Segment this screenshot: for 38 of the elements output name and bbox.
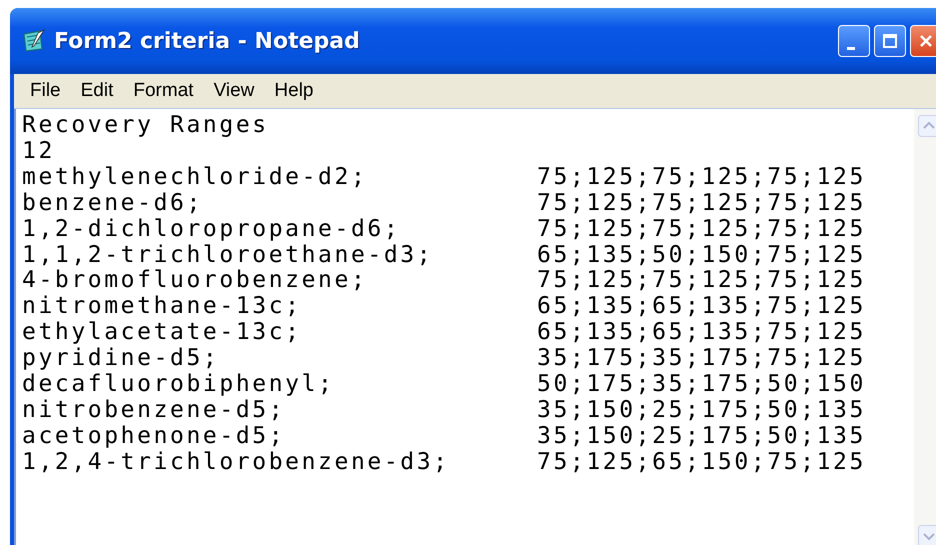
text-line: 75;125;65;150;75;125 (537, 450, 866, 476)
text-line: 1,2-dichloropropane-d6; (22, 216, 402, 243)
maximize-button[interactable] (874, 25, 906, 57)
text-line: 1,2,4-trichlorobenzene-d3; (22, 450, 451, 476)
text-line: 50;175;35;175;50;150 (537, 372, 866, 398)
text-line: benzene-d6; (22, 190, 204, 217)
text-line: 75;125;75;125;75;125 (537, 216, 866, 243)
close-icon (918, 33, 934, 49)
text-line: nitrobenzene-d5; (22, 398, 286, 424)
text-line: methylenechloride-d2; (22, 164, 368, 191)
text-line: 75;125;75;125;75;125 (537, 190, 866, 217)
text-line: acetophenone-d5; (22, 424, 286, 450)
text-line: 12 (22, 138, 56, 165)
menu-item[interactable]: Format (123, 80, 204, 102)
text-line: pyridine-d5; (22, 346, 220, 372)
text-line: 75;125;75;125;75;125 (537, 164, 866, 191)
maximize-icon (882, 33, 898, 49)
text-line: 65;135;65;135;75;125 (537, 320, 866, 346)
menu-item[interactable]: View (204, 80, 264, 102)
text-line: 35;150;25;175;50;135 (537, 424, 866, 450)
minimize-icon (847, 46, 855, 50)
text-line: 4-bromofluorobenzene; (22, 268, 368, 294)
minimize-button[interactable] (838, 25, 870, 57)
text-line: 35;175;35;175;75;125 (537, 346, 866, 372)
text-line: Recovery Ranges (22, 113, 270, 139)
text-line: nitromethane-13c; (22, 294, 303, 320)
menu-item[interactable]: Edit (70, 80, 124, 102)
text-line: 35;150;25;175;50;135 (537, 398, 866, 424)
text-line: 1,1,2-trichloroethane-d3; (22, 242, 434, 268)
window-title: Form2 criteria - Notepad (54, 28, 360, 54)
text-line: ethylacetate-13c; (22, 320, 303, 346)
menu-item[interactable]: Help (264, 80, 324, 102)
close-button[interactable] (910, 25, 936, 57)
text-line: 65;135;50;150;75;125 (537, 242, 866, 268)
text-line: decafluorobiphenyl; (22, 372, 336, 398)
text-line: 75;125;75;125;75;125 (537, 268, 866, 294)
text-line: 65;135;65;135;75;125 (537, 294, 866, 320)
menu-item[interactable]: File (20, 80, 71, 102)
